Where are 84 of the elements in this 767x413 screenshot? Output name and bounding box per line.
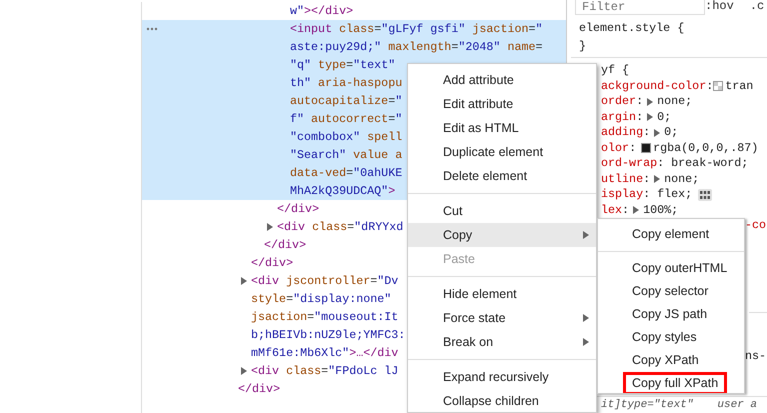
color-swatch[interactable] — [641, 143, 652, 154]
property-name: utline — [601, 172, 644, 187]
filter-field[interactable]: Filter — [575, 0, 705, 15]
code-line: <div jscontroller="Dv — [251, 273, 398, 290]
code-line: aste:puy29d;" maxlength="2048" name= — [290, 39, 543, 56]
property-value: : flex; — [643, 187, 692, 202]
property-name: ord-wrap — [601, 156, 658, 172]
code-line: f" autocorrect=" — [290, 111, 402, 128]
property-value: : break-word; — [657, 156, 748, 172]
property-value: : — [629, 140, 636, 156]
expand-triangle-icon[interactable] — [654, 175, 660, 184]
code-line: w"></div> — [290, 3, 354, 20]
property-value: 100%; — [643, 202, 678, 218]
code-line: autocapitalize=" — [290, 93, 402, 110]
property-name: order — [601, 94, 636, 110]
code-line: "Search" value a — [290, 147, 402, 164]
code-line: </div> — [264, 237, 306, 254]
code-line: <input class="gLFyf gsfi" jsaction=" — [290, 21, 543, 38]
menu-item[interactable]: Edit attribute — [408, 92, 596, 116]
menu-item[interactable]: Hide element — [408, 282, 596, 306]
menu-item[interactable]: Copy XPath — [598, 349, 744, 372]
code-line: "q" type="text" — [290, 57, 396, 74]
code-line: </div> — [238, 381, 280, 398]
property-name: -co — [745, 218, 766, 234]
property-value: : — [643, 172, 650, 187]
menu-item[interactable]: Edit as HTML — [408, 116, 596, 140]
code-line: </div> — [251, 255, 294, 272]
css-selector: yf { — [601, 63, 630, 78]
property-value: : — [706, 78, 714, 94]
property-value: 0; — [657, 110, 672, 125]
code-line: th" aria-haspopu — [290, 75, 402, 92]
property-value: : — [636, 110, 644, 125]
stylesheet-origin: user a — [717, 400, 758, 411]
css-selector: it]type="text" — [601, 400, 694, 411]
menu-item[interactable]: Copy styles — [598, 326, 744, 349]
menu-item[interactable]: Add attribute — [408, 68, 596, 92]
menu-item[interactable]: Copy element — [598, 223, 744, 246]
property-name: ackground-color — [601, 78, 706, 94]
property-value: tran — [725, 78, 754, 94]
property-value: none; — [664, 172, 700, 187]
menu-item[interactable]: Delete element — [408, 164, 596, 188]
code-line: mMf61e:Mb6Xlc">…</div — [251, 345, 398, 362]
property-value: none; — [657, 94, 692, 110]
property-name: ns- — [745, 348, 766, 364]
property-name: isplay — [601, 187, 644, 202]
expand-triangle-icon[interactable] — [241, 367, 247, 375]
menu-item[interactable]: Expand recursively — [408, 365, 596, 389]
property-name: adding — [601, 125, 644, 140]
property-value: : — [643, 125, 650, 140]
flexbox-editor-icon — [698, 188, 712, 201]
code-line: "combobox" spell — [290, 129, 402, 146]
menu-item[interactable]: Copy JS path — [598, 303, 744, 326]
menu-item[interactable]: Copy selector — [598, 280, 744, 303]
code-line: MhA2kQ39UDCAQ"> — [290, 183, 396, 200]
expand-triangle-icon[interactable] — [241, 277, 247, 285]
property-value: rgba(0,0,0,.87) — [653, 140, 758, 156]
more-icon — [146, 27, 158, 31]
color-swatch-icon — [713, 81, 724, 92]
code-line: data-ved="0ahUKE — [290, 165, 402, 182]
code-line: jsaction="mouseout:It — [251, 309, 398, 326]
code-line: b;hBEIVb:nUZ9le;YMFC3: — [251, 327, 406, 344]
expand-triangle-icon[interactable] — [267, 223, 273, 231]
property-name: olor — [601, 140, 630, 156]
property-value: : — [636, 94, 644, 110]
menu-item[interactable]: Copy — [408, 223, 596, 247]
menu-item[interactable]: Cut — [408, 199, 596, 223]
property-value: 0; — [664, 125, 678, 140]
code-line: style="display:none" — [251, 291, 392, 308]
class-toggle[interactable]: .c — [750, 0, 764, 12]
code-line: <div class="dRYYxd — [277, 219, 404, 236]
menu-item[interactable]: Break on — [408, 330, 596, 354]
property-name: argin — [601, 110, 636, 125]
css-rule-text: } — [579, 38, 588, 55]
property-name: lex — [601, 202, 622, 218]
menu-item[interactable]: Copy outerHTML — [598, 257, 744, 280]
property-value: : — [622, 202, 630, 218]
menu-item[interactable]: Duplicate element — [408, 140, 596, 164]
code-line: <div class="FPdoLc lJ — [251, 363, 398, 380]
menu-item[interactable]: Collapse children — [408, 389, 596, 412]
css-rule-text: element.style { — [579, 20, 686, 37]
expand-triangle-icon[interactable] — [633, 206, 640, 214]
menu-item[interactable]: Force state — [408, 306, 596, 330]
hov-toggle[interactable]: :hov — [705, 0, 734, 12]
code-line: </div> — [277, 201, 320, 218]
